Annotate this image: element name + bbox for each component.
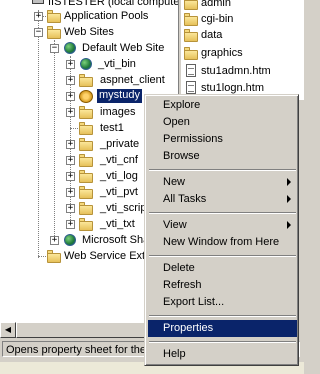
folder-icon [46,9,62,23]
menu-item-open[interactable]: Open [148,114,297,131]
tree-item-application-pools[interactable]: + Application Pools [0,8,178,24]
list-item-label: graphics [201,47,243,59]
tree-item-label: images [100,106,136,118]
tree-item-label: test1 [100,122,124,134]
context-menu: Explore Open Permissions Browse New All … [144,94,299,366]
menu-item-properties[interactable]: Properties [148,320,297,337]
folder-icon [78,137,94,151]
expand-icon[interactable]: + [66,188,75,197]
menu-separator [149,315,296,317]
expand-icon[interactable]: + [50,236,59,245]
tree-item-label: _vti_bin [98,58,136,70]
tree-item-vti-bin[interactable]: + _vti_bin [0,56,178,72]
folder-icon [78,185,94,199]
tree-item-default-web-site[interactable]: − Default Web Site [0,40,178,56]
menu-item-label: New [163,176,186,188]
list-item[interactable]: cgi-bin [181,11,304,27]
list-item[interactable]: stu1admn.htm [181,63,304,79]
menu-item-refresh[interactable]: Refresh [148,277,297,294]
expand-icon[interactable]: + [34,12,43,21]
folder-icon [183,28,199,42]
collapse-icon[interactable]: − [50,44,59,53]
folder-icon [78,105,94,119]
folder-icon [183,0,199,10]
tree-item-label: _vti_txt [100,218,135,230]
menu-item-new-window[interactable]: New Window from Here [148,234,297,251]
folder-icon [78,153,94,167]
tree-item-label: _vti_cnf [100,154,138,166]
scrollbar-thumb[interactable] [16,322,156,338]
menu-separator [149,341,296,343]
submenu-arrow-icon [287,195,291,203]
tree-item-label: aspnet_client [100,74,165,86]
folder-icon [183,12,199,26]
tree-item-label: Application Pools [64,10,149,22]
computer-icon [30,0,46,8]
list-item-label: data [201,29,223,41]
menu-separator [149,255,296,257]
folder-icon [78,169,94,183]
list-item[interactable]: data [181,27,304,43]
folder-icon [78,217,94,231]
menu-item-explore[interactable]: Explore [148,97,297,114]
folder-open-icon [46,25,62,39]
expand-icon[interactable]: + [66,60,75,69]
menu-item-delete[interactable]: Delete [148,260,297,277]
submenu-arrow-icon [287,178,291,186]
expand-icon[interactable]: + [66,92,75,101]
menu-item-label: View [163,219,187,231]
folder-icon [78,73,94,87]
collapse-icon[interactable]: − [34,28,43,37]
folder-icon [78,121,94,135]
menu-item-browse[interactable]: Browse [148,148,297,165]
expand-icon[interactable]: + [66,220,75,229]
tree-item-label: _vti_pvt [100,186,138,198]
tree-item-label: _vti_script [100,202,150,214]
menu-item-new[interactable]: New [148,174,297,191]
tree-item-label: Web Sites [64,26,114,38]
expand-icon[interactable]: + [66,140,75,149]
list-item-label: stu1admn.htm [201,65,271,77]
expand-icon[interactable]: + [66,156,75,165]
folder-icon [46,249,62,263]
menu-separator [149,169,296,171]
expand-icon[interactable]: + [66,108,75,117]
tree-item-aspnet-client[interactable]: + aspnet_client [0,72,178,88]
tree-item-label: Default Web Site [82,42,165,54]
list-item[interactable]: graphics [181,45,304,61]
list-item-label: cgi-bin [201,13,234,25]
scroll-left-icon[interactable]: ◀ [0,322,16,338]
menu-item-permissions[interactable]: Permissions [148,131,297,148]
globe-icon [62,41,78,55]
menu-item-all-tasks[interactable]: All Tasks [148,191,297,208]
menu-item-label: All Tasks [163,193,207,205]
menu-item-help[interactable]: Help [148,346,297,363]
submenu-arrow-icon [287,221,291,229]
globe-icon [62,233,78,247]
folder-icon [183,46,199,60]
folder-icon [78,201,94,215]
tree-item-label: _private [100,138,140,150]
tree-item-label: _vti_log [100,170,138,182]
application-icon [78,89,94,103]
tree-item-web-sites[interactable]: − Web Sites [0,24,178,40]
page-icon [183,64,199,78]
tree-root-label: IISTESTER (local computer) [48,0,179,8]
page-icon [183,81,199,95]
expand-icon[interactable]: + [66,172,75,181]
tree-item-label: mystudy [97,89,142,103]
list-item-label: stu1logn.htm [201,82,264,94]
menu-item-export-list[interactable]: Export List... [148,294,297,311]
list-item-label: admin [201,0,231,9]
list-item[interactable]: admin [181,0,304,11]
menu-separator [149,212,296,214]
content-list-pane[interactable]: admin cgi-bin data graphics stu1admn.htm… [181,0,304,100]
expand-icon[interactable]: + [66,76,75,85]
expand-icon[interactable]: + [66,204,75,213]
virtual-dir-icon [78,57,94,71]
menu-item-view[interactable]: View [148,217,297,234]
